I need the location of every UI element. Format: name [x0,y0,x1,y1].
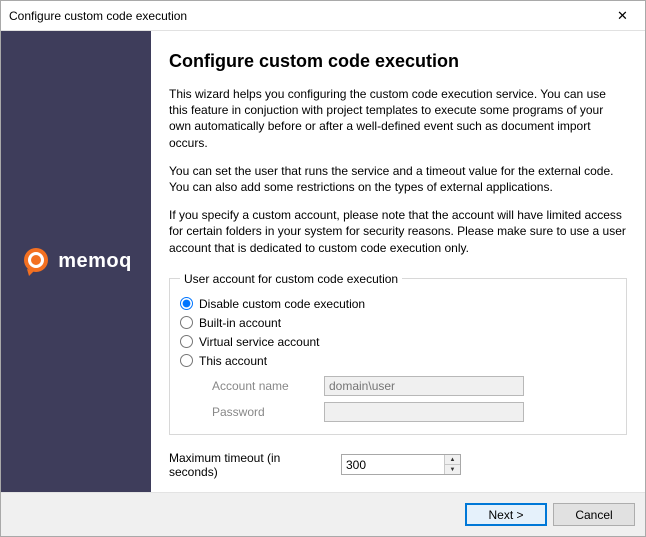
password-label: Password [212,405,312,419]
brand-logo: memoq [20,246,132,278]
radio-builtin-label: Built-in account [199,316,281,330]
chevron-down-icon: ▼ [450,467,456,473]
memoq-logo-icon [20,246,52,278]
window-title: Configure custom code execution [9,9,600,23]
next-button[interactable]: Next > [465,503,547,526]
timeout-label: Maximum timeout (in seconds) [169,451,329,479]
radio-virtual-label: Virtual service account [199,335,320,349]
radio-disable[interactable]: Disable custom code execution [180,297,616,311]
cancel-button-label: Cancel [575,508,612,522]
radio-builtin[interactable]: Built-in account [180,316,616,330]
radio-this-account-label: This account [199,354,267,368]
next-button-label: Next > [488,508,523,522]
intro-paragraph-3: If you specify a custom account, please … [169,207,627,256]
dialog-window: Configure custom code execution ✕ memoq … [0,0,646,537]
radio-disable-label: Disable custom code execution [199,297,365,311]
close-button[interactable]: ✕ [600,1,645,30]
spinner-buttons: ▲ ▼ [444,455,460,474]
dialog-footer: Next > Cancel [1,492,645,536]
page-title: Configure custom code execution [169,51,627,72]
timeout-input[interactable] [342,455,444,474]
spinner-down[interactable]: ▼ [445,464,460,474]
password-input[interactable] [324,402,524,422]
intro-paragraph-1: This wizard helps you configuring the cu… [169,86,627,151]
titlebar: Configure custom code execution ✕ [1,1,645,31]
radio-virtual-input[interactable] [180,335,193,348]
main-panel: Configure custom code execution This wiz… [151,31,645,492]
user-account-group: User account for custom code execution D… [169,272,627,435]
timeout-row: Maximum timeout (in seconds) ▲ ▼ [169,451,627,479]
timeout-spinner[interactable]: ▲ ▼ [341,454,461,475]
user-account-legend: User account for custom code execution [180,272,402,286]
radio-builtin-input[interactable] [180,316,193,329]
dialog-body: memoq Configure custom code execution Th… [1,31,645,492]
radio-disable-input[interactable] [180,297,193,310]
chevron-up-icon: ▲ [450,457,456,463]
radio-virtual[interactable]: Virtual service account [180,335,616,349]
spinner-up[interactable]: ▲ [445,455,460,464]
radio-this-account-input[interactable] [180,354,193,367]
close-icon: ✕ [617,8,628,24]
intro-paragraph-2: You can set the user that runs the servi… [169,163,627,195]
account-name-label: Account name [212,379,312,393]
radio-this-account[interactable]: This account [180,354,616,368]
account-credentials: Account name Password [212,376,616,422]
brand-name: memoq [58,250,132,273]
sidebar: memoq [1,31,151,492]
cancel-button[interactable]: Cancel [553,503,635,526]
account-name-input[interactable] [324,376,524,396]
